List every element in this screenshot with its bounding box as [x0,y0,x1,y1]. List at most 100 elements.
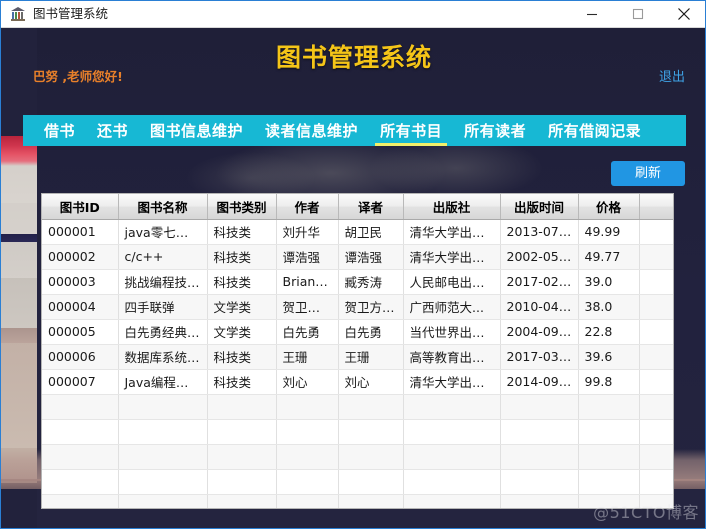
table-cell: 白先勇经典作... [118,319,208,345]
table-column-header[interactable]: 出版社 [403,194,501,220]
minimize-icon[interactable] [569,1,615,28]
table-cell [639,494,673,508]
table-column-header[interactable]: 图书类别 [207,194,277,220]
main-content: 图书管理系统 巴努 ,老师您好! 退出 借书 还书 图书信息维护 读者信息维护 … [1,28,705,528]
table-cell [639,369,673,395]
table-cell: 000005 [42,319,119,345]
table-cell [500,419,579,445]
table-column-header[interactable]: 出版时间 [500,194,579,220]
table-row[interactable]: 000001 java零七点飞学 科技类 刘升华 胡卫民 清华大学出版社 2013-07-0… [42,219,673,245]
table-cell [403,444,501,470]
table-cell: 000001 [42,219,119,245]
nav-item-all-books[interactable]: 所有书目 [369,115,453,146]
table-cell: 刘心 [338,369,404,395]
table-row-empty[interactable] [42,494,673,508]
nav-item-label: 借书 [44,122,76,140]
table-column-header[interactable]: 图书ID [42,194,119,220]
nav-item-borrow[interactable]: 借书 [33,115,86,146]
table-cell: 文学类 [207,294,277,320]
table-row[interactable]: 000003挑战编程技能...科技类Brian P. ...臧秀涛人民邮电出版社… [42,269,673,295]
table-cell [276,444,339,470]
table-body: 000001 java零七点飞学 科技类 刘升华 胡卫民 清华大学出版社 2013-07-0… [42,219,673,508]
table-column-header[interactable]: 译者 [338,194,404,220]
close-icon[interactable] [661,1,705,28]
table-cell: 39.6 [578,344,640,370]
nav-item-label: 图书信息维护 [150,122,244,140]
maximize-icon[interactable] [615,1,661,28]
window-controls [569,1,705,28]
refresh-button[interactable]: 刷新 [611,161,685,186]
table-cell: 39.0 [578,269,640,295]
logout-link[interactable]: 退出 [659,66,685,85]
table-cell: 清华大学出版社 [403,244,501,270]
table-cell [578,469,640,495]
book-table: 图书ID 图书名称 图书类别 作者 译者 出版社 出版时间 价格 000001 java零七点飞… [42,194,673,508]
table-cell: Brian P. ... [276,269,339,295]
table-column-header[interactable] [639,194,673,220]
table-cell [118,469,208,495]
nav-item-all-borrow-records[interactable]: 所有借阅记录 [537,115,652,146]
table-cell [276,469,339,495]
table-row[interactable]: 000004 四手联弹 文学类 贺卫方... 贺卫方，... 广西师范大... 2010-0… [42,294,673,320]
table-cell [207,419,277,445]
table-cell [500,469,579,495]
table-cell: 000002 [42,244,119,270]
table-row-empty[interactable] [42,444,673,470]
nav-item-return[interactable]: 还书 [86,115,139,146]
table-cell [639,419,673,445]
table-cell [276,419,339,445]
table-cell [118,394,208,420]
book-table-container[interactable]: 图书ID 图书名称 图书类别 作者 译者 出版社 出版时间 价格 000001 java零七点飞… [41,193,674,509]
table-column-header[interactable]: 图书名称 [118,194,208,220]
table-cell: 000007 [42,369,119,395]
table-cell: c/c++ [118,244,208,270]
library-building-icon [10,6,26,22]
table-row[interactable]: 000002 c/c++ 科技类 谭浩强 谭浩强 清华大学出版社 2002-05-22 49.… [42,244,673,270]
table-column-header[interactable]: 作者 [276,194,339,220]
table-cell: 2013-07-01 [500,219,579,245]
table-cell [42,494,119,508]
table-cell [500,494,579,508]
table-cell: 科技类 [207,219,277,245]
table-cell: java零七点飞学 [118,219,208,245]
table-cell: 当代世界出版社 [403,319,501,345]
nav-item-all-readers[interactable]: 所有读者 [453,115,537,146]
table-cell: 高等教育出版社 [403,344,501,370]
table-row-empty[interactable] [42,469,673,495]
table-cell: 2004-09-01 [500,319,579,345]
table-cell: 000006 [42,344,119,370]
table-cell [500,394,579,420]
table-row[interactable]: 000006 数据库系统概... 科技类 王珊 王珊 高等教育出版社 2017-03-17 3… [42,344,673,370]
main-navigation: 借书 还书 图书信息维护 读者信息维护 所有书目 所有读者 所有借阅记录 [23,115,686,146]
table-cell: 数据库系统概... [118,344,208,370]
table-row-empty[interactable] [42,394,673,420]
title-bar: 图书管理系统 [1,1,705,28]
table-cell: 刘升华 [276,219,339,245]
table-cell [118,444,208,470]
nav-item-label: 所有书目 [380,122,443,140]
table-cell [639,344,673,370]
table-cell: 文学类 [207,319,277,345]
table-cell [207,394,277,420]
table-cell [639,394,673,420]
table-header-row: 图书ID 图书名称 图书类别 作者 译者 出版社 出版时间 价格 [42,194,673,220]
table-cell: 王珊 [276,344,339,370]
table-cell [118,419,208,445]
table-cell [639,294,673,320]
table-column-header[interactable]: 价格 [578,194,640,220]
table-cell: 000003 [42,269,119,295]
table-cell: 贺卫方... [276,294,339,320]
table-cell [42,394,119,420]
table-cell [578,419,640,445]
table-row-empty[interactable] [42,419,673,445]
table-cell: 清华大学出版社 [403,369,501,395]
table-row[interactable]: 000005 白先勇经典作... 文学类 白先勇 白先勇 当代世界出版社 2004-09-0… [42,319,673,345]
table-cell: 刘心 [276,369,339,395]
table-cell: 人民邮电出版社 [403,269,501,295]
table-row[interactable]: 000007 Java编程实战... 科技类 刘心 刘心 清华大学出版社 2014-09-0… [42,369,673,395]
nav-item-reader-info-maintenance[interactable]: 读者信息维护 [254,115,369,146]
table-cell [578,444,640,470]
welcome-message: 巴努 ,老师您好! [33,69,123,84]
window-title: 图书管理系统 [33,5,109,21]
nav-item-book-info-maintenance[interactable]: 图书信息维护 [139,115,254,146]
